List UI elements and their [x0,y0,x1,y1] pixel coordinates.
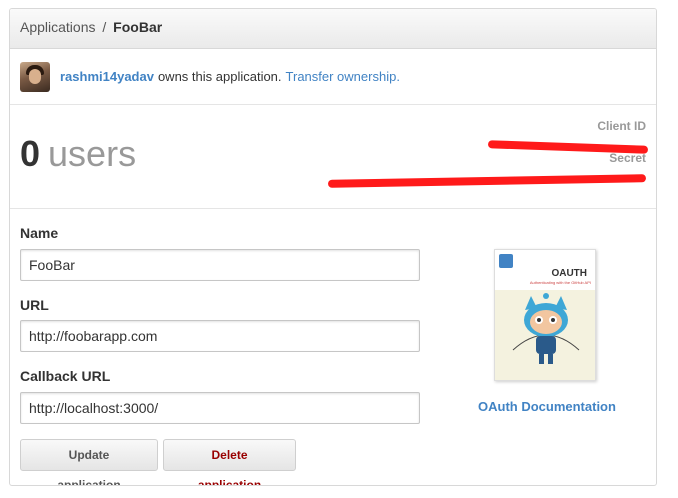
application-panel: Applications / FooBar rashmi14yadav owns… [9,8,657,486]
avatar[interactable] [20,61,50,92]
users-count: 0 users [20,133,136,175]
users-count-unit: users [48,133,137,174]
users-count-number: 0 [20,133,41,174]
oauth-documentation-link[interactable]: OAuth Documentation [478,399,616,414]
breadcrumb-current: FooBar [113,19,163,35]
name-label: Name [20,225,59,241]
breadcrumb-applications-link[interactable]: Applications [20,19,96,35]
stats-row: 0 users Client ID Secret [10,105,656,209]
octocat-icon [512,293,580,364]
name-input[interactable] [20,249,420,281]
client-id-label: Client ID [597,119,646,133]
callback-url-label: Callback URL [20,368,111,384]
secret-redaction [327,174,647,188]
book-title: OAUTH [551,268,587,279]
owner-row: rashmi14yadav owns this application. Tra… [10,49,656,105]
update-application-button[interactable]: Update application [20,439,158,485]
breadcrumb: Applications / FooBar [10,9,656,49]
edit-application-form: Name URL Callback URL Update application… [10,209,656,485]
delete-application-button[interactable]: Delete application [163,439,296,485]
book-subtitle: Authenticating with the GitHub API [529,280,591,285]
url-label: URL [20,297,49,313]
breadcrumb-separator: / [102,19,107,35]
oauth-book-cover[interactable]: OAUTH Authenticating with the GitHub API [494,249,596,381]
url-input[interactable] [20,320,420,352]
transfer-ownership-link[interactable]: Transfer ownership. [286,69,400,84]
owner-username-link[interactable]: rashmi14yadav [60,69,154,84]
github-badge-icon [499,254,513,268]
callback-url-input[interactable] [20,392,420,424]
owner-text: owns this application. [157,69,282,84]
